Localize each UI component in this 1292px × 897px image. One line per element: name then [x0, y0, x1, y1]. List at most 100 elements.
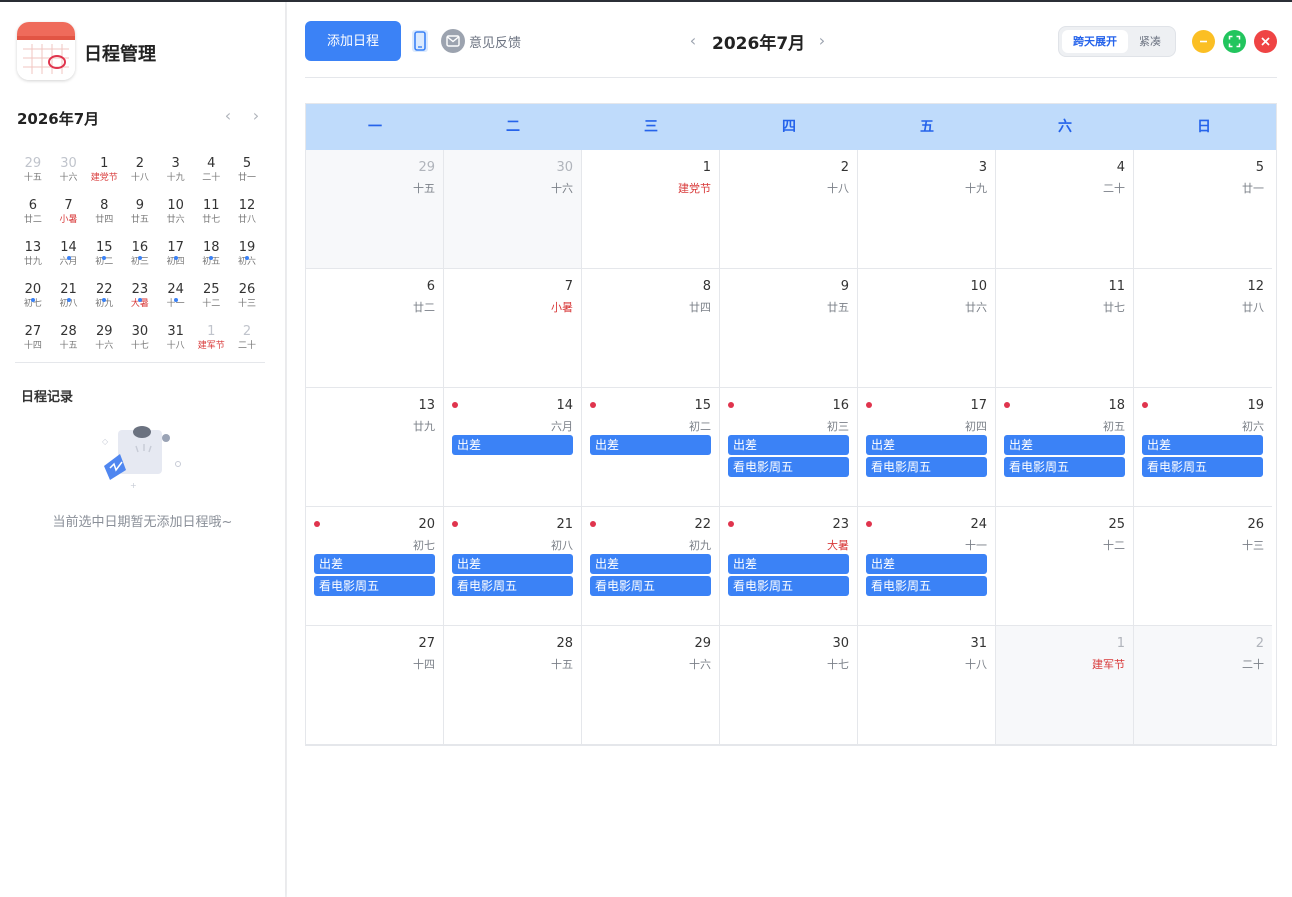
mini-day-cell[interactable]: 1 建军节	[193, 320, 229, 362]
calendar-day-cell[interactable]: 10 廿六	[858, 269, 996, 388]
mini-day-cell[interactable]: 30 十七	[122, 320, 158, 362]
event-chip[interactable]: 出差	[452, 554, 573, 574]
event-chip[interactable]: 看电影周五	[1142, 457, 1263, 477]
mini-day-cell[interactable]: 19 初六	[229, 236, 265, 278]
phone-icon[interactable]	[409, 29, 431, 53]
calendar-day-cell[interactable]: 2 十八	[720, 150, 858, 269]
calendar-day-cell[interactable]: 3 十九	[858, 150, 996, 269]
mini-day-cell[interactable]: 11 廿七	[193, 194, 229, 236]
event-chip[interactable]: 看电影周五	[314, 576, 435, 596]
mini-day-cell[interactable]: 9 廿五	[122, 194, 158, 236]
calendar-day-cell[interactable]: 15 初二 出差	[582, 388, 720, 507]
event-chip[interactable]: 出差	[452, 435, 573, 455]
maximize-button[interactable]	[1223, 30, 1246, 53]
chevron-right-icon[interactable]: ›	[246, 106, 266, 126]
event-chip[interactable]: 出差	[590, 435, 711, 455]
mini-day-cell[interactable]: 20 初七	[15, 278, 51, 320]
calendar-day-cell[interactable]: 16 初三 出差 看电影周五	[720, 388, 858, 507]
mini-day-cell[interactable]: 8 廿四	[86, 194, 122, 236]
mini-day-cell[interactable]: 18 初五	[193, 236, 229, 278]
mini-day-cell[interactable]: 5 廿一	[229, 152, 265, 194]
feedback-button[interactable]: 意见反馈	[441, 29, 521, 53]
chevron-left-icon[interactable]: ‹	[218, 106, 238, 126]
mini-day-cell[interactable]: 3 十九	[158, 152, 194, 194]
calendar-day-cell[interactable]: 26 十三	[1134, 507, 1272, 626]
mini-day-cell[interactable]: 29 十五	[15, 152, 51, 194]
calendar-day-cell[interactable]: 31 十八	[858, 626, 996, 745]
mini-day-cell[interactable]: 10 廿六	[158, 194, 194, 236]
event-chip[interactable]: 出差	[866, 435, 987, 455]
mini-day-cell[interactable]: 2 二十	[229, 320, 265, 362]
calendar-day-cell[interactable]: 19 初六 出差 看电影周五	[1134, 388, 1272, 507]
calendar-day-cell[interactable]: 21 初八 出差 看电影周五	[444, 507, 582, 626]
calendar-day-cell[interactable]: 17 初四 出差 看电影周五	[858, 388, 996, 507]
calendar-day-cell[interactable]: 1 建军节	[996, 626, 1134, 745]
calendar-day-cell[interactable]: 11 廿七	[996, 269, 1134, 388]
event-chip[interactable]: 看电影周五	[590, 576, 711, 596]
event-chip[interactable]: 出差	[1004, 435, 1125, 455]
event-chip[interactable]: 出差	[590, 554, 711, 574]
mini-day-cell[interactable]: 16 初三	[122, 236, 158, 278]
calendar-day-cell[interactable]: 9 廿五	[720, 269, 858, 388]
mini-day-cell[interactable]: 2 十八	[122, 152, 158, 194]
calendar-day-cell[interactable]: 22 初九 出差 看电影周五	[582, 507, 720, 626]
mini-day-cell[interactable]: 26 十三	[229, 278, 265, 320]
event-chip[interactable]: 出差	[866, 554, 987, 574]
calendar-day-cell[interactable]: 14 六月 出差	[444, 388, 582, 507]
mini-day-cell[interactable]: 30 十六	[51, 152, 87, 194]
calendar-day-cell[interactable]: 29 十五	[306, 150, 444, 269]
add-schedule-button[interactable]: 添加日程	[305, 21, 401, 61]
mini-day-cell[interactable]: 25 十二	[193, 278, 229, 320]
mode-expand-option[interactable]: 跨天展开	[1062, 30, 1128, 53]
mini-day-cell[interactable]: 23 大暑	[122, 278, 158, 320]
calendar-day-cell[interactable]: 30 十六	[444, 150, 582, 269]
calendar-day-cell[interactable]: 30 十七	[720, 626, 858, 745]
calendar-day-cell[interactable]: 7 小暑	[444, 269, 582, 388]
mini-day-cell[interactable]: 4 二十	[193, 152, 229, 194]
mini-day-cell[interactable]: 31 十八	[158, 320, 194, 362]
mini-day-cell[interactable]: 17 初四	[158, 236, 194, 278]
calendar-day-cell[interactable]: 29 十六	[582, 626, 720, 745]
calendar-day-cell[interactable]: 18 初五 出差 看电影周五	[996, 388, 1134, 507]
calendar-day-cell[interactable]: 28 十五	[444, 626, 582, 745]
mini-day-cell[interactable]: 15 初二	[86, 236, 122, 278]
mini-day-cell[interactable]: 29 十六	[86, 320, 122, 362]
calendar-day-cell[interactable]: 5 廿一	[1134, 150, 1272, 269]
mini-day-cell[interactable]: 14 六月	[51, 236, 87, 278]
mini-day-cell[interactable]: 13 廿九	[15, 236, 51, 278]
mini-day-cell[interactable]: 21 初八	[51, 278, 87, 320]
mini-day-cell[interactable]: 27 十四	[15, 320, 51, 362]
mini-day-cell[interactable]: 22 初九	[86, 278, 122, 320]
calendar-day-cell[interactable]: 25 十二	[996, 507, 1134, 626]
mini-day-cell[interactable]: 7 小暑	[51, 194, 87, 236]
mini-day-cell[interactable]: 28 十五	[51, 320, 87, 362]
chevron-left-icon[interactable]: ‹	[685, 31, 701, 51]
calendar-day-cell[interactable]: 23 大暑 出差 看电影周五	[720, 507, 858, 626]
event-chip[interactable]: 看电影周五	[728, 457, 849, 477]
event-chip[interactable]: 出差	[314, 554, 435, 574]
calendar-day-cell[interactable]: 12 廿八	[1134, 269, 1272, 388]
calendar-day-cell[interactable]: 1 建党节	[582, 150, 720, 269]
calendar-day-cell[interactable]: 20 初七 出差 看电影周五	[306, 507, 444, 626]
calendar-day-cell[interactable]: 24 十一 出差 看电影周五	[858, 507, 996, 626]
calendar-day-cell[interactable]: 4 二十	[996, 150, 1134, 269]
event-chip[interactable]: 出差	[1142, 435, 1263, 455]
calendar-day-cell[interactable]: 6 廿二	[306, 269, 444, 388]
calendar-day-cell[interactable]: 2 二十	[1134, 626, 1272, 745]
event-chip[interactable]: 看电影周五	[452, 576, 573, 596]
mini-day-cell[interactable]: 6 廿二	[15, 194, 51, 236]
event-chip[interactable]: 看电影周五	[1004, 457, 1125, 477]
close-button[interactable]	[1254, 30, 1277, 53]
event-chip[interactable]: 出差	[728, 435, 849, 455]
mini-day-cell[interactable]: 12 廿八	[229, 194, 265, 236]
calendar-day-cell[interactable]: 27 十四	[306, 626, 444, 745]
mini-day-cell[interactable]: 24 十一	[158, 278, 194, 320]
calendar-day-cell[interactable]: 13 廿九	[306, 388, 444, 507]
mini-day-cell[interactable]: 1 建党节	[86, 152, 122, 194]
event-chip[interactable]: 看电影周五	[866, 457, 987, 477]
event-chip[interactable]: 看电影周五	[728, 576, 849, 596]
event-chip[interactable]: 出差	[728, 554, 849, 574]
calendar-day-cell[interactable]: 8 廿四	[582, 269, 720, 388]
minimize-button[interactable]	[1192, 30, 1215, 53]
mode-compact-option[interactable]: 紧凑	[1128, 30, 1172, 53]
